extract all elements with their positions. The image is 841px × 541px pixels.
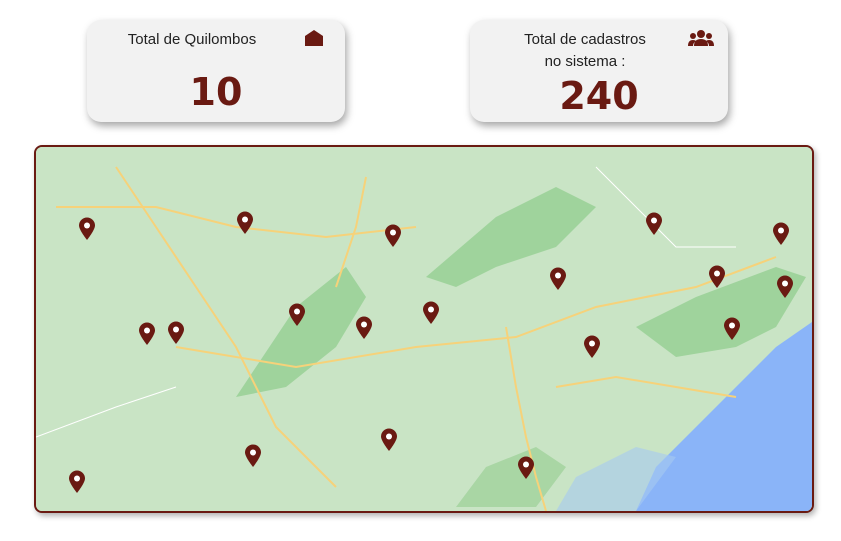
quilombos-total-value: 10	[189, 70, 243, 114]
map-pin-icon[interactable]	[167, 321, 185, 345]
cadastros-label-line2: no sistema :	[544, 53, 626, 70]
quilombos-total-label: Total de Quilombos	[127, 31, 257, 48]
map-pin-icon[interactable]	[772, 222, 790, 246]
map-pin-icon[interactable]	[68, 470, 86, 494]
map-pin-icon[interactable]	[78, 217, 96, 241]
users-icon	[688, 29, 714, 52]
map-pin-icon[interactable]	[776, 275, 794, 299]
map-pin-icon[interactable]	[723, 317, 741, 341]
map-pin-icon[interactable]	[384, 224, 402, 248]
map-pin-icon[interactable]	[380, 428, 398, 452]
map-pin-icon[interactable]	[517, 456, 535, 480]
map-pin-icon[interactable]	[645, 212, 663, 236]
cadastros-total-value: 240	[559, 74, 639, 118]
map-pin-icon[interactable]	[708, 265, 726, 289]
map-pin-icon[interactable]	[355, 316, 373, 340]
map-pin-icon[interactable]	[549, 267, 567, 291]
cadastros-total-card: Total de cadastros no sistema : 240	[470, 20, 728, 122]
quilombos-map[interactable]	[34, 145, 814, 513]
cadastros-total-label: Total de cadastros no sistema :	[490, 29, 680, 73]
map-pin-icon[interactable]	[138, 322, 156, 346]
map-pin-icon[interactable]	[583, 335, 601, 359]
map-pin-icon[interactable]	[236, 211, 254, 235]
home-icon	[304, 29, 324, 52]
map-pin-icon[interactable]	[244, 444, 262, 468]
quilombos-total-card: Total de Quilombos 10	[87, 20, 345, 122]
cadastros-label-line1: Total de cadastros	[524, 31, 646, 48]
map-pin-icon[interactable]	[422, 301, 440, 325]
map-pin-icon[interactable]	[288, 303, 306, 327]
